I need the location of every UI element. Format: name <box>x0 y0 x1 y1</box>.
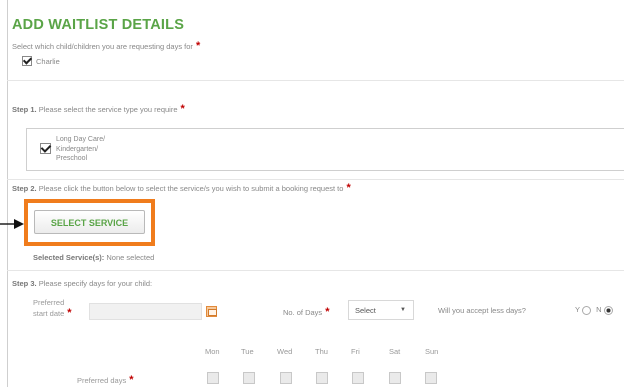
weekday-mon: Mon <box>205 347 220 356</box>
child-name: Charlie <box>36 56 60 66</box>
preferred-start-label: Preferred start date * <box>33 298 72 319</box>
accept-less-options: Y N <box>575 305 616 315</box>
weekday-tue: Tue <box>241 347 254 356</box>
day-checkbox-wed[interactable] <box>280 372 292 384</box>
weekday-sun: Sun <box>425 347 439 356</box>
yes-label: Y <box>575 305 581 314</box>
no-of-days-select[interactable]: Select ▼ <box>348 300 414 320</box>
calendar-icon[interactable] <box>206 306 217 317</box>
weekday-sat: Sat <box>389 347 401 356</box>
select-service-button[interactable]: SELECT SERVICE <box>34 210 145 234</box>
weekday-thu: Thu <box>315 347 328 356</box>
no-of-days-label: No. of Days * <box>283 306 330 318</box>
weekday-fri: Fri <box>351 347 360 356</box>
weekday-wed: Wed <box>277 347 293 356</box>
child-instruction: Select which child/children you are requ… <box>12 40 201 52</box>
step3-heading: Step 3. Please specify days for your chi… <box>12 279 153 288</box>
day-checkbox-mon[interactable] <box>207 372 219 384</box>
no-radio[interactable] <box>603 305 613 315</box>
caret-down-icon: ▼ <box>400 307 406 313</box>
selected-services-value: None selected <box>106 253 155 262</box>
day-checkbox-tue[interactable] <box>243 372 255 384</box>
panel-border <box>7 0 8 387</box>
no-label: N <box>596 305 602 314</box>
day-checkbox-thu[interactable] <box>316 372 328 384</box>
divider <box>7 179 624 180</box>
divider <box>7 270 624 271</box>
waitlist-panel: ADD WAITLIST DETAILS Select which child/… <box>0 0 624 387</box>
preferred-days-label: Preferred days * <box>77 374 134 386</box>
selected-services: Selected Service(s): None selected <box>33 253 155 262</box>
day-checkbox-fri[interactable] <box>352 372 364 384</box>
service-type-label: Long Day Care/ Kindergarten/ Preschool <box>56 136 106 162</box>
step1-heading: Step 1. Please select the service type y… <box>12 103 185 115</box>
child-option-charlie[interactable]: Charlie <box>22 56 60 67</box>
start-date-input[interactable] <box>89 303 202 320</box>
yes-radio[interactable] <box>582 305 592 315</box>
service-type-checkbox[interactable] <box>40 143 51 154</box>
child-checkbox[interactable] <box>22 56 32 67</box>
page-title: ADD WAITLIST DETAILS <box>12 17 185 33</box>
step2-heading: Step 2. Please click the button below to… <box>12 182 351 194</box>
arrow-right-icon <box>0 219 24 229</box>
day-checkbox-sat[interactable] <box>389 372 401 384</box>
day-checkbox-sun[interactable] <box>425 372 437 384</box>
divider <box>7 80 624 81</box>
highlight-box: SELECT SERVICE <box>24 199 155 246</box>
accept-less-label: Will you accept less days? <box>438 306 526 315</box>
service-type-box: Long Day Care/ Kindergarten/ Preschool <box>26 128 624 171</box>
